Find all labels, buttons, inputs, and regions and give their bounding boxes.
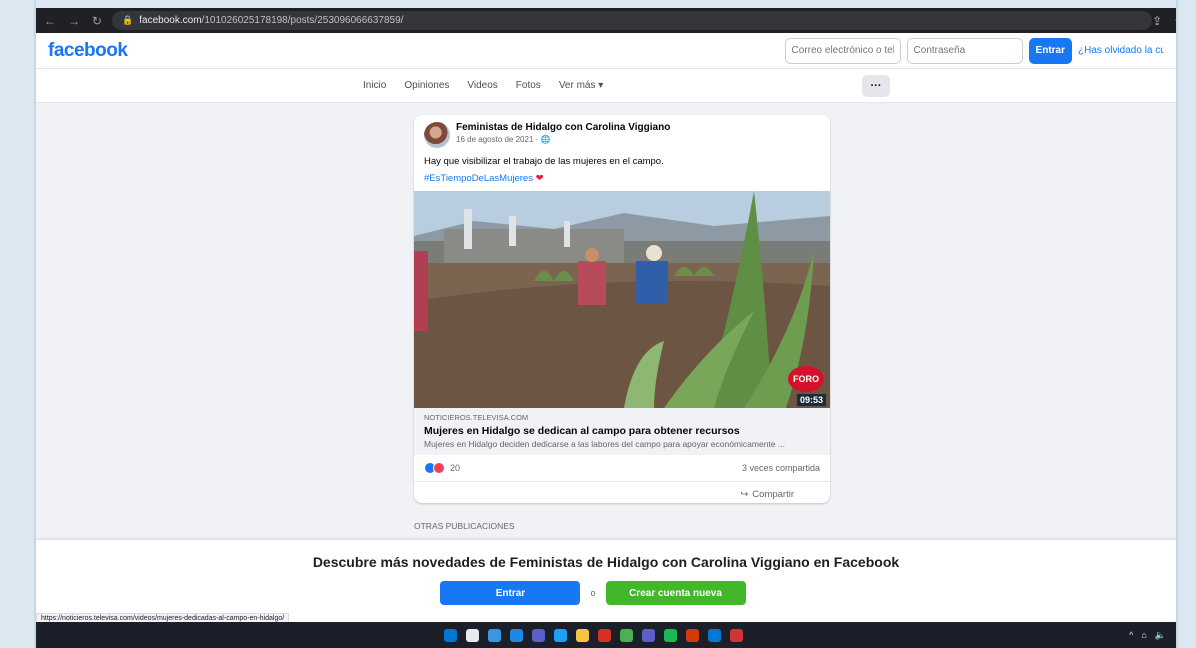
network-icon[interactable]: ⌂: [1141, 630, 1146, 640]
login-form: Entrar ¿Has olvidado la cuenta?: [784, 37, 1164, 64]
forward-icon[interactable]: →: [68, 14, 80, 28]
heart-emoji: ❤: [535, 173, 544, 184]
post-author[interactable]: Feministas de Hidalgo con Carolina Viggi…: [456, 122, 670, 133]
system-tray: ^ ⌂ 🔈: [1129, 630, 1166, 641]
taskbar-app-icon[interactable]: [532, 628, 545, 642]
tab-fotos[interactable]: Fotos: [516, 80, 541, 91]
banner-or: o: [590, 588, 596, 598]
foro-tv-logo: FORO 09:53: [784, 366, 826, 406]
taskbar-app-icon[interactable]: [510, 628, 523, 642]
share-icon: ↪: [740, 489, 749, 500]
taskbar-app-icon[interactable]: [642, 628, 655, 642]
login-button[interactable]: Entrar: [1028, 37, 1072, 64]
banner-login-button[interactable]: Entrar: [440, 581, 581, 605]
tab-ver-mas[interactable]: Ver más ▾: [559, 80, 603, 91]
create-account-button[interactable]: Crear cuenta nueva: [605, 581, 746, 605]
volume-icon[interactable]: 🔈: [1155, 630, 1166, 641]
link-domain: NOTICIEROS.TELEVISA.COM: [424, 413, 529, 422]
taskbar-app-icon[interactable]: [554, 628, 567, 642]
link-description: Mujeres en Hidalgo deciden dedicarse a l…: [424, 439, 785, 449]
other-posts-label: OTRAS PUBLICACIONES: [414, 521, 515, 531]
taskbar-app-icon[interactable]: [686, 628, 699, 642]
password-field[interactable]: [906, 37, 1023, 64]
taskbar-icons: [444, 628, 743, 642]
page-tabs-bar: Inicio Opiniones Videos Fotos Ver más ▾ …: [36, 69, 1176, 103]
hashtag-link[interactable]: #EsTiempoDeLasMujeres: [424, 173, 533, 184]
reaction-count[interactable]: 20: [450, 463, 460, 473]
taskbar-app-icon[interactable]: [598, 628, 611, 642]
reactions[interactable]: [424, 462, 445, 474]
post-card: Feministas de Hidalgo con Carolina Viggi…: [414, 115, 830, 503]
taskbar-app-icon[interactable]: [488, 628, 501, 642]
signup-banner: Descubre más novedades de Feministas de …: [36, 540, 1176, 622]
browser-toolbar: ← → ↻ 🔒 facebook.com /101026025178198/po…: [36, 8, 1176, 33]
taskbar-app-icon[interactable]: [708, 628, 721, 642]
back-icon[interactable]: ←: [44, 14, 56, 28]
url-path: /101026025178198/posts/253096066637859/: [201, 15, 404, 26]
post-text: Hay que visibilizar el trabajo de las mu…: [424, 156, 664, 167]
taskbar-app-icon[interactable]: [444, 628, 457, 642]
post-date[interactable]: 16 de agosto de 2021 · 🌐: [456, 135, 670, 144]
share-page-icon[interactable]: ⇪: [1152, 14, 1162, 28]
share-action[interactable]: ↪ Compartir: [414, 482, 830, 503]
lock-icon: 🔒: [122, 15, 134, 25]
facebook-header: facebook Entrar ¿Has olvidado la cuenta?: [36, 33, 1176, 69]
video-thumbnail[interactable]: FORO 09:53: [414, 191, 830, 408]
more-options-button[interactable]: ···: [862, 75, 890, 97]
taskbar-app-icon[interactable]: [730, 628, 743, 642]
video-duration: 09:53: [796, 394, 826, 406]
bookmark-star-icon[interactable]: ☆: [1174, 14, 1176, 28]
banner-title: Descubre más novedades de Feministas de …: [312, 554, 900, 570]
forgot-account-link[interactable]: ¿Has olvidado la cuenta?: [1078, 45, 1164, 56]
facebook-logo[interactable]: facebook: [48, 40, 128, 62]
field-scene-image: [414, 191, 830, 408]
left-edge: [0, 0, 36, 648]
foro-badge-text: FORO: [793, 374, 819, 384]
reload-icon[interactable]: ↻: [92, 14, 102, 28]
right-edge: [1176, 0, 1196, 648]
page-tabs: Inicio Opiniones Videos Fotos Ver más ▾: [363, 80, 603, 91]
post-stats: 20 3 veces compartida: [414, 455, 830, 482]
url-host: facebook.com: [139, 15, 202, 26]
taskbar-app-icon[interactable]: [664, 628, 677, 642]
email-field[interactable]: [784, 37, 901, 64]
address-bar[interactable]: 🔒 facebook.com /101026025178198/posts/25…: [112, 11, 1153, 30]
share-count[interactable]: 3 veces compartida: [742, 463, 820, 473]
share-label: Compartir: [752, 489, 794, 500]
tab-videos[interactable]: Videos: [467, 80, 497, 91]
taskbar-app-icon[interactable]: [466, 628, 479, 642]
avatar[interactable]: [424, 122, 450, 148]
tab-opiniones[interactable]: Opiniones: [404, 80, 449, 91]
tray-chevron-icon[interactable]: ^: [1129, 630, 1133, 640]
link-title[interactable]: Mujeres en Hidalgo se dedican al campo p…: [424, 425, 820, 437]
taskbar-app-icon[interactable]: [620, 628, 633, 642]
tab-inicio[interactable]: Inicio: [363, 80, 386, 91]
love-reaction-icon: [433, 462, 445, 474]
link-preview[interactable]: NOTICIEROS.TELEVISA.COM Mujeres en Hidal…: [414, 408, 830, 455]
windows-taskbar: ^ ⌂ 🔈: [36, 622, 1176, 648]
taskbar-app-icon[interactable]: [576, 628, 589, 642]
screen: ← → ↻ 🔒 facebook.com /101026025178198/po…: [36, 8, 1176, 648]
